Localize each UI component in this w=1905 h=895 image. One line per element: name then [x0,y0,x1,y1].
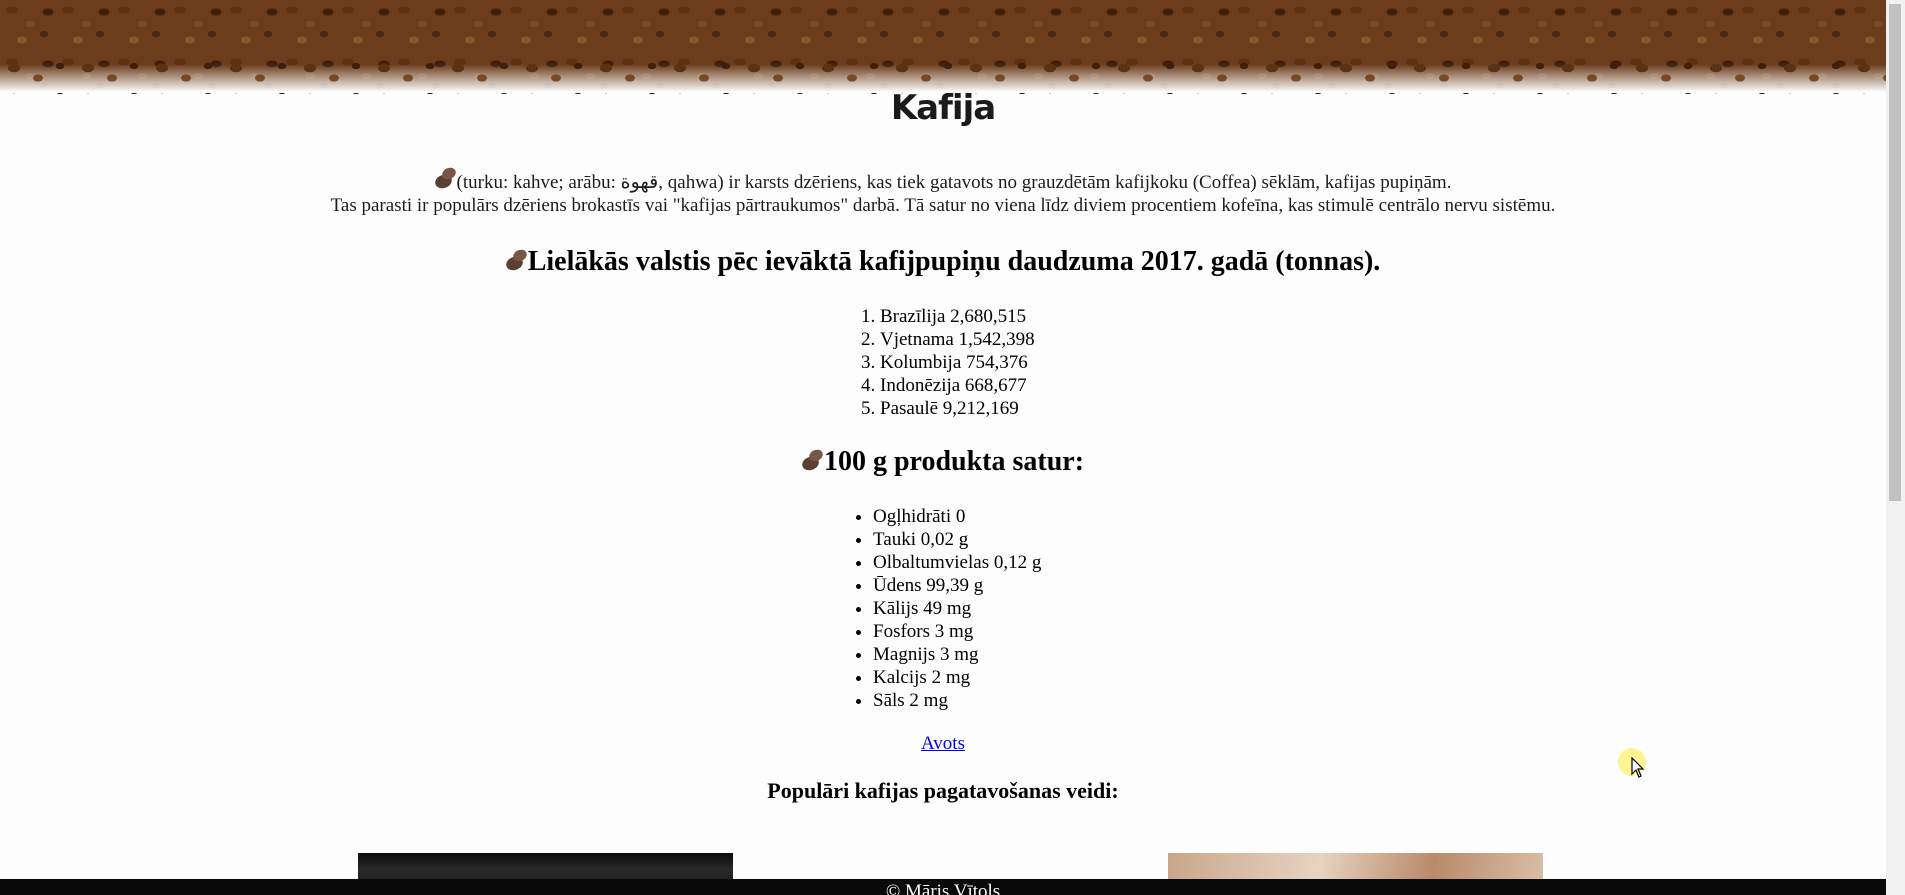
list-item: Ūdens 99,39 g [873,574,1041,597]
countries-heading-text: Lielākās valstis pēc ievāktā kafijpupiņu… [527,246,1381,277]
nutrition-list: Ogļhidrāti 0 Tauki 0,02 g Olbaltumvielas… [853,505,1041,712]
list-item: Magnijs 3 mg [873,643,1041,666]
nutrition-heading: 100 g produkta satur: [0,446,1886,478]
footer: © Māris Vītols [0,879,1886,895]
list-item: Vjetnama 1,542,398 [880,328,1035,351]
nutrition-heading-text: 100 g produkta satur: [823,446,1085,477]
scrollbar-thumb[interactable] [1889,4,1901,501]
countries-list: Brazīlija 2,680,515 Vjetnama 1,542,398 K… [860,305,1035,420]
list-item: Indonēzija 668,677 [880,374,1035,397]
list-item: Sāls 2 mg [873,689,1041,712]
source-link[interactable]: Avots [921,733,965,754]
list-item: Kalcijs 2 mg [873,666,1041,689]
list-item: Brazīlija 2,680,515 [880,305,1035,328]
list-item: Kālijs 49 mg [873,597,1041,620]
coffee-bean-icon [802,450,824,472]
coffee-bean-icon [506,250,528,272]
coffee-bean-icon [435,168,457,190]
brewing-methods-heading: Populāri kafijas pagatavošanas veidi: [767,778,1119,803]
vertical-scrollbar[interactable] [1886,0,1905,895]
page-title: Kafija [890,88,996,128]
list-item: Fosfors 3 mg [873,620,1041,643]
list-item: Ogļhidrāti 0 [873,505,1041,528]
list-item: Kolumbija 754,376 [880,351,1035,374]
mouse-cursor-icon [1631,756,1645,784]
source-container: Avots [0,733,1886,755]
list-item: Pasaulē 9,212,169 [880,397,1035,420]
intro-paragraph: (turku: kahve; arābu: قهوة, qahwa) ir ka… [0,168,1886,217]
countries-heading: Lielākās valstis pēc ievāktā kafijpupiņu… [0,246,1886,278]
list-item: Tauki 0,02 g [873,528,1041,551]
list-item: Olbaltumvielas 0,12 g [873,551,1041,574]
intro-line-1: (turku: kahve; arābu: قهوة, qahwa) ir ka… [456,172,1452,193]
intro-line-2: Tas parasti ir populārs dzēriens brokast… [330,195,1556,216]
